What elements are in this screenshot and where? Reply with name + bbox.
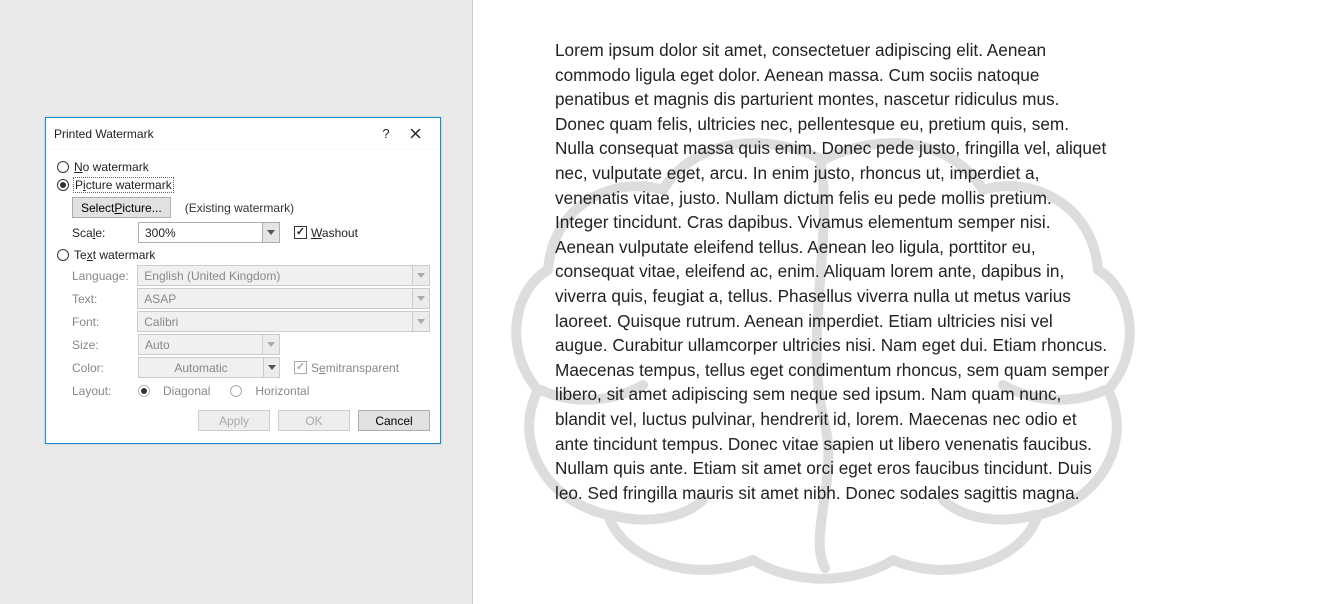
dialog-body: No watermark Picture watermark Select Pi…	[46, 150, 440, 443]
horizontal-label: Horizontal	[255, 384, 309, 398]
semitransparent-label: Semitransparent	[311, 361, 399, 375]
text-combo: ASAP	[137, 288, 430, 309]
text-watermark-label: Text watermark	[74, 248, 155, 262]
chevron-down-icon	[263, 358, 279, 377]
size-row: Size: Auto	[72, 333, 430, 356]
layout-row: Layout: Diagonal Horizontal	[72, 379, 430, 402]
apply-button: Apply	[198, 410, 270, 431]
picture-watermark-option[interactable]: Picture watermark	[57, 176, 430, 194]
select-picture-button[interactable]: Select Picture...	[72, 197, 171, 218]
text-watermark-option[interactable]: Text watermark	[57, 246, 430, 264]
size-label: Size:	[72, 338, 138, 352]
diagonal-radio	[138, 385, 150, 397]
language-label: Language:	[72, 269, 137, 283]
radio-icon	[57, 161, 69, 173]
dialog-titlebar[interactable]: Printed Watermark ?	[46, 118, 440, 150]
chevron-down-icon	[412, 312, 429, 331]
color-value: Automatic	[139, 361, 263, 375]
washout-checkbox[interactable]	[294, 226, 307, 239]
language-value: English (United Kingdom)	[138, 269, 412, 283]
washout-label: Washout	[311, 226, 358, 240]
text-row: Text: ASAP	[72, 287, 430, 310]
scale-label: Scale:	[72, 226, 138, 240]
dialog-actions: Apply OK Cancel	[56, 410, 430, 431]
no-watermark-label: No watermark	[74, 160, 149, 174]
cancel-button[interactable]: Cancel	[358, 410, 430, 431]
text-label: Text:	[72, 292, 137, 306]
size-combo: Auto	[138, 334, 280, 355]
text-value: ASAP	[138, 292, 412, 306]
chevron-down-icon	[262, 223, 279, 242]
scale-row: Scale: 300% Washout	[72, 221, 430, 244]
color-combo: Automatic	[138, 357, 280, 378]
chevron-down-icon	[412, 266, 429, 285]
font-combo: Calibri	[137, 311, 430, 332]
font-row: Font: Calibri	[72, 310, 430, 333]
size-value: Auto	[139, 338, 262, 352]
font-label: Font:	[72, 315, 137, 329]
close-button[interactable]	[398, 120, 432, 148]
help-button[interactable]: ?	[374, 120, 398, 148]
scale-combo[interactable]: 300%	[138, 222, 280, 243]
radio-icon	[57, 179, 69, 191]
language-combo: English (United Kingdom)	[137, 265, 430, 286]
picture-watermark-label: Picture watermark	[74, 178, 173, 192]
layout-label: Layout:	[72, 384, 138, 398]
semitransparent-checkbox	[294, 361, 307, 374]
document-body-text: Lorem ipsum dolor sit amet, consectetuer…	[555, 38, 1110, 505]
diagonal-label: Diagonal	[163, 384, 210, 398]
chevron-down-icon	[412, 289, 429, 308]
chevron-down-icon	[262, 335, 279, 354]
ok-button: OK	[278, 410, 350, 431]
document-page: Lorem ipsum dolor sit amet, consectetuer…	[472, 0, 1327, 604]
select-picture-row: Select Picture... (Existing watermark)	[72, 196, 430, 219]
language-row: Language: English (United Kingdom)	[72, 264, 430, 287]
horizontal-radio	[230, 385, 242, 397]
existing-watermark-text: (Existing watermark)	[185, 201, 294, 215]
scale-value: 300%	[139, 226, 262, 240]
close-icon	[410, 128, 421, 139]
color-label: Color:	[72, 361, 138, 375]
radio-icon	[57, 249, 69, 261]
font-value: Calibri	[138, 315, 412, 329]
color-row: Color: Automatic Semitransparent	[72, 356, 430, 379]
printed-watermark-dialog: Printed Watermark ? No watermark Picture…	[45, 117, 441, 444]
no-watermark-option[interactable]: No watermark	[57, 158, 430, 176]
dialog-title: Printed Watermark	[54, 127, 374, 141]
